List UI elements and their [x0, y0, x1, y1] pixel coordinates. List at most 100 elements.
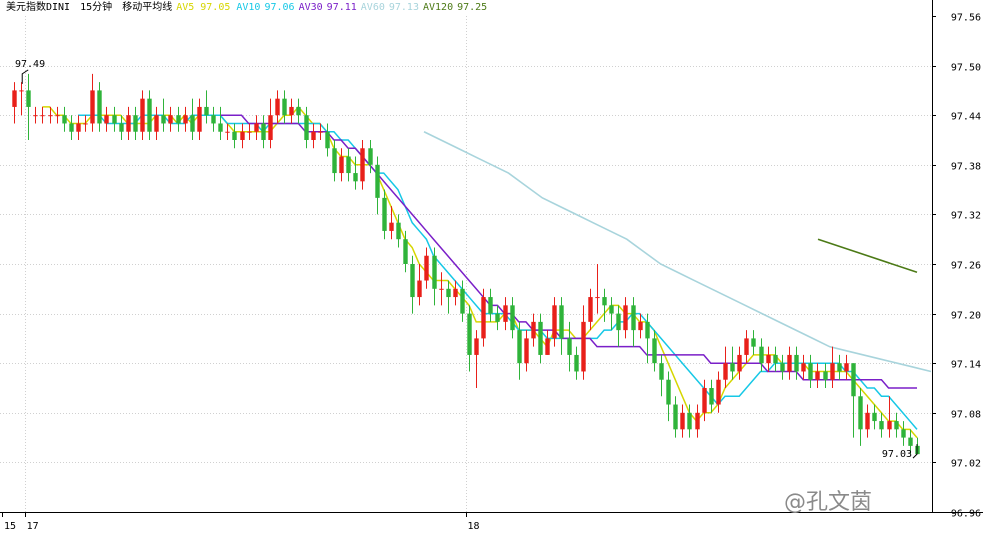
- candle-down: [332, 148, 337, 174]
- y-tick-label: 97.08: [951, 410, 981, 421]
- candle-down: [808, 363, 813, 380]
- candle-up: [247, 131, 252, 133]
- candle-down: [218, 123, 223, 132]
- candle-up: [865, 412, 870, 430]
- y-tick-label: 96.96: [951, 509, 981, 520]
- candle-down: [133, 115, 138, 132]
- candle-down: [296, 106, 301, 116]
- candle-up: [168, 115, 173, 124]
- candle-up: [552, 305, 557, 339]
- y-tick-label: 97.38: [951, 162, 981, 173]
- ma120-label: AV120: [422, 2, 454, 13]
- candle-down: [574, 354, 579, 372]
- ma120-value: 97.25: [457, 2, 488, 13]
- candle-down: [119, 123, 124, 132]
- candle-up: [638, 321, 643, 331]
- high-annotation: 97.49: [15, 59, 45, 70]
- ma60-label: AV60: [360, 2, 385, 13]
- candle-down: [261, 123, 266, 140]
- candle-up: [104, 115, 109, 124]
- candle-down: [375, 164, 380, 198]
- av5-line: [42, 105, 918, 439]
- candle-down: [97, 90, 102, 124]
- candle-down: [211, 115, 216, 124]
- candle-down: [567, 338, 572, 355]
- chart-area: 97.56 97.50 97.44 97.38 97.32 97.26 97.20 97.14…: [0, 0, 983, 532]
- y-tick-label: 97.26: [951, 261, 981, 272]
- candle-down: [353, 173, 358, 182]
- period-label: 15分钟: [80, 2, 113, 13]
- candle-down: [652, 338, 657, 364]
- ma30-label: AV30: [298, 2, 323, 13]
- candle-down: [232, 131, 237, 140]
- candle-up: [545, 338, 550, 355]
- candle-up: [76, 123, 81, 132]
- candle-up: [339, 156, 344, 174]
- candle-up: [126, 115, 131, 132]
- ma10-label: AV10: [236, 2, 261, 13]
- candle-down: [872, 412, 877, 422]
- candle-up: [695, 412, 700, 430]
- candle-up: [268, 115, 273, 140]
- candle-down: [609, 305, 614, 314]
- candle-up: [588, 297, 593, 322]
- candle-up: [360, 148, 365, 182]
- y-tick-label: 97.02: [951, 459, 981, 470]
- candle-down: [780, 363, 785, 372]
- candle-up: [702, 388, 707, 413]
- candle-up: [581, 321, 586, 372]
- candle-down: [368, 148, 373, 165]
- candle-up: [453, 288, 458, 298]
- ma60-value: 97.13: [388, 2, 419, 13]
- candle-up: [90, 90, 95, 124]
- candle-up: [503, 305, 508, 322]
- candle-down: [645, 321, 650, 339]
- candle-down: [62, 115, 67, 124]
- candle-up: [623, 305, 628, 331]
- candle-down: [851, 363, 856, 397]
- candle-down: [616, 313, 621, 331]
- x-tick-label: 17: [27, 521, 39, 532]
- candle-down: [894, 421, 899, 430]
- candle-up: [424, 255, 429, 281]
- candle-down: [559, 305, 564, 339]
- candle-up: [531, 321, 536, 339]
- av10-line: [77, 114, 918, 430]
- y-tick-label: 97.32: [951, 211, 981, 222]
- candle-up: [183, 115, 188, 124]
- candle-up: [240, 131, 245, 140]
- candle-up: [197, 106, 202, 132]
- x-tick-label: 15: [4, 521, 16, 532]
- candle-down: [659, 363, 664, 380]
- candle-down: [460, 288, 465, 314]
- candle-down: [687, 412, 692, 430]
- candle-up: [154, 115, 159, 132]
- candle-down: [346, 156, 351, 174]
- candle-down: [396, 222, 401, 240]
- candle-down: [282, 98, 287, 116]
- candle-down: [147, 98, 152, 132]
- candle-up: [311, 131, 316, 140]
- candle-up: [766, 354, 771, 364]
- candle-down: [161, 115, 166, 124]
- candle-down: [517, 330, 522, 364]
- candle-up: [887, 421, 892, 430]
- candle-up: [48, 115, 53, 117]
- candle-up: [318, 131, 323, 133]
- candle-down: [823, 371, 828, 380]
- candle-down: [304, 115, 309, 140]
- av120-line: [817, 238, 918, 274]
- candle-down: [488, 297, 493, 314]
- ma10-value: 97.06: [264, 2, 295, 13]
- candle-up: [417, 280, 422, 298]
- candle-up: [801, 363, 806, 372]
- candle-up: [389, 222, 394, 231]
- candle-up: [55, 115, 60, 117]
- candle-up: [830, 363, 835, 380]
- candle-up: [716, 379, 721, 405]
- indicator-label: 移动平均线: [122, 2, 173, 13]
- candle-up: [481, 297, 486, 339]
- candle-down: [510, 305, 515, 331]
- candle-up: [744, 338, 749, 355]
- candle-down: [773, 354, 778, 364]
